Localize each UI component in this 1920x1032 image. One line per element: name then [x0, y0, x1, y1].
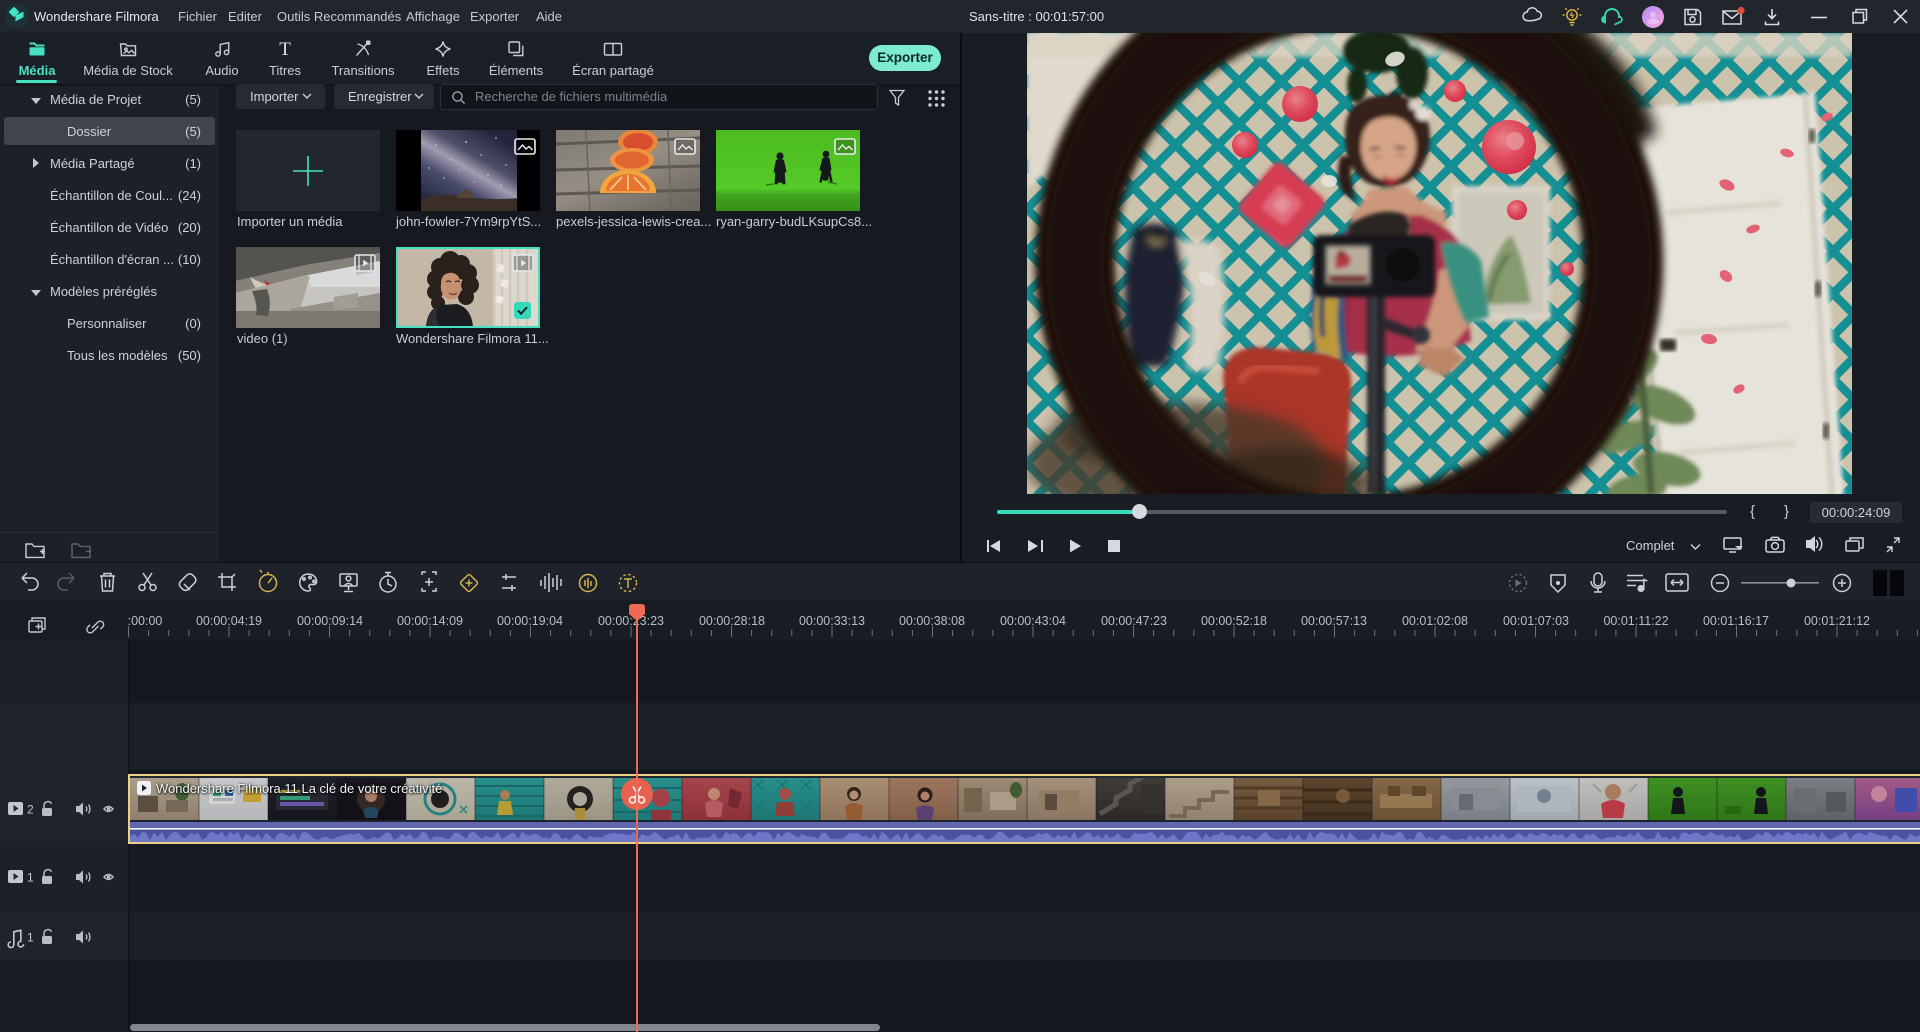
svg-text:1: 1: [27, 931, 34, 945]
svg-text:2: 2: [27, 803, 34, 817]
svg-text:1: 1: [27, 871, 34, 885]
